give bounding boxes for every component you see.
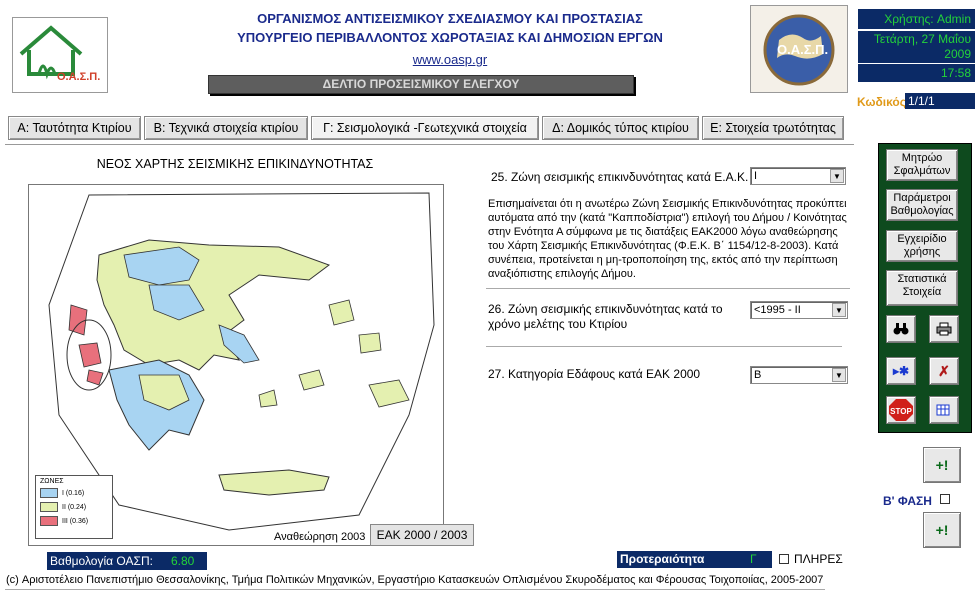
q25-label: 25. Ζώνη σεισμικής επικινδυνότητας κατά … [491, 170, 749, 184]
legend-swatch [40, 516, 58, 526]
tab-structural-type[interactable]: Δ: Δομικός τύπος κτιρίου [542, 116, 699, 140]
tab-technical[interactable]: Β: Τεχνικά στοιχεία κτιρίου [144, 116, 308, 140]
full-label: ΠΛΗΡΕΣ [794, 552, 843, 566]
form-title: ΔΕΛΤΙΟ ΠΡΟΣΕΙΣΜΙΚΟΥ ΕΛΕΓΧΟΥ [208, 75, 634, 94]
dropdown-arrow-icon[interactable]: ▼ [830, 169, 844, 183]
copyright-footer: (c) Αριστοτέλειο Πανεπιστήμιο Θεσσαλονίκ… [6, 574, 824, 586]
time-display: 17:58 [858, 64, 975, 82]
map-title: ΝΕΟΣ ΧΑΡΤΗΣ ΣΕΙΣΜΙΚΗΣ ΕΠΙΚΙΝΔΥΝΟΤΗΤΑΣ [96, 157, 374, 171]
org-title-line2: ΥΠΟΥΡΓΕΙΟ ΠΕΡΙΒΑΛΛΟΝΤΟΣ ΧΩΡΟΤΑΞΙΑΣ ΚΑΙ Δ… [237, 30, 663, 45]
code-value: 1/1/1 [905, 93, 975, 109]
priority-label: Προτεραιότητα [620, 552, 705, 566]
form-divider [486, 346, 842, 347]
legend-item: II (0.24) [36, 500, 112, 514]
legend-title: ΖΩΝΕΣ [40, 478, 64, 485]
footer-divider [5, 589, 825, 590]
logo-text: Ο.Α.Σ.Π. [57, 71, 101, 83]
q25-select[interactable]: I ▼ [750, 167, 846, 185]
date-line1: Τετάρτη, 27 Μαΐου [873, 32, 971, 46]
score-label: Βαθμολογία ΟΑΣΠ: [50, 554, 153, 568]
full-checkbox[interactable] [779, 554, 789, 564]
website-link[interactable]: www.oasp.gr [170, 52, 730, 67]
phase-label: Β' ΦΑΣΗ [883, 494, 932, 508]
score-value: 6.80 [171, 554, 195, 568]
tab-identity[interactable]: Α: Ταυτότητα Κτιρίου [8, 116, 141, 140]
date-display: Τετάρτη, 27 Μαΐου 2009 [858, 31, 975, 63]
add-phase-button-top[interactable]: +! [923, 447, 961, 483]
date-line2: 2009 [944, 47, 971, 61]
user-manual-button[interactable]: Εγχειρίδιο χρήσης [886, 230, 958, 262]
phase-checkbox[interactable] [940, 494, 950, 504]
new-record-icon[interactable]: ▸✱ [886, 357, 916, 385]
q25-note: Επισημαίνεται ότι η ανωτέρω Ζώνη Σεισμικ… [488, 198, 847, 280]
svg-text:STOP: STOP [890, 407, 912, 416]
code-label: Κωδικός [857, 95, 907, 109]
stop-icon[interactable]: STOP [886, 396, 916, 424]
legend-label: III (0.36) [62, 517, 89, 525]
map-revision: Αναθεώρηση 2003 [274, 531, 366, 543]
tab-separator [5, 144, 854, 148]
form-divider [486, 288, 850, 289]
oasp-seal: Ο.Α.Σ.Π. [750, 5, 848, 93]
search-binoculars-icon[interactable] [886, 315, 916, 343]
form-grid-icon[interactable] [929, 396, 959, 424]
error-registry-button[interactable]: Μητρώο Σφαλμάτων [886, 149, 958, 181]
q27-label: 27. Κατηγορία Εδάφους κατά ΕΑΚ 2000 [488, 367, 701, 381]
q27-select[interactable]: Β ▼ [750, 366, 848, 384]
q26-value: <1995 - II [754, 304, 801, 316]
priority-value: Γ [750, 552, 757, 566]
score-box: Βαθμολογία ΟΑΣΠ: 6.80 [47, 552, 207, 570]
tab-vulnerability[interactable]: Ε: Στοιχεία τρωτότητας [702, 116, 844, 140]
seal-text: Ο.Α.Σ.Π. [777, 42, 829, 57]
eak-button[interactable]: ΕΑΚ 2000 / 2003 [370, 524, 474, 546]
tab-seismological[interactable]: Γ: Σεισμολογικά -Γεωτεχνικά στοιχεία [311, 116, 539, 140]
org-title-line1: ΟΡΓΑΝΙΣΜΟΣ ΑΝΤΙΣΕΙΣΜΙΚΟΥ ΣΧΕΔΙΑΣΜΟΥ ΚΑΙ … [257, 11, 643, 26]
seismic-hazard-map: ΖΩΝΕΣ I (0.16) II (0.24) III (0.36) [28, 184, 444, 546]
legend-item: III (0.36) [36, 514, 112, 528]
priority-box: Προτεραιότητα Γ [617, 551, 772, 568]
legend-label: II (0.24) [62, 503, 87, 511]
legend-swatch [40, 488, 58, 498]
scoring-params-button[interactable]: Παράμετροι Βαθμολογίας [886, 189, 958, 221]
legend-swatch [40, 502, 58, 512]
delete-record-icon[interactable]: ✗ [929, 357, 959, 385]
q26-select[interactable]: <1995 - II ▼ [750, 301, 848, 319]
dropdown-arrow-icon[interactable]: ▼ [832, 368, 846, 382]
legend-label: I (0.16) [62, 489, 85, 497]
q27-value: Β [754, 369, 762, 381]
statistics-button[interactable]: Στατιστικά Στοιχεία [886, 270, 958, 306]
print-icon[interactable] [929, 315, 959, 343]
map-legend: ΖΩΝΕΣ I (0.16) II (0.24) III (0.36) [35, 475, 113, 539]
user-label: Χρήστης: Admin [858, 9, 975, 29]
oasp-logo: Ο.Α.Σ.Π. [12, 17, 108, 93]
legend-item: I (0.16) [36, 486, 112, 500]
dropdown-arrow-icon[interactable]: ▼ [832, 303, 846, 317]
q25-value: I [754, 170, 758, 182]
add-phase-button-bottom[interactable]: +! [923, 512, 961, 548]
q26-label: 26. Ζώνη σεισμικής επικινδυνότητας κατά … [488, 302, 723, 331]
